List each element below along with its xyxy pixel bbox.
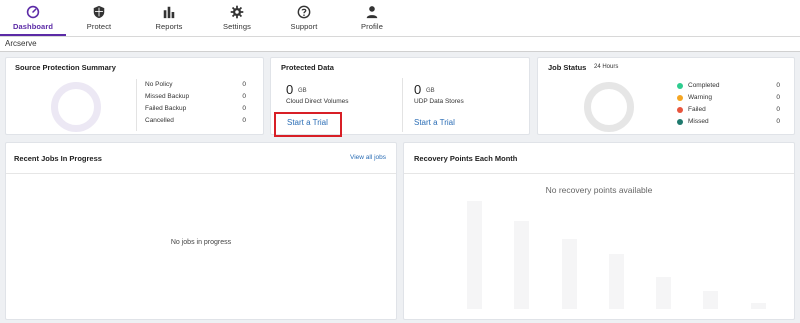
udp-data-stores-unit: GB: [426, 88, 435, 94]
nav-tab-support[interactable]: Support: [271, 0, 337, 36]
failed-status-dot: [677, 107, 683, 113]
placeholder-bar: [514, 221, 529, 309]
failed-label: Failed: [688, 106, 706, 113]
job-status-period: 24 Hours: [594, 64, 619, 70]
warning-status-dot: [677, 95, 683, 101]
warning-label: Warning: [688, 94, 712, 101]
udp-data-stores-value: 0: [414, 82, 422, 97]
job-status-donut: [584, 82, 634, 132]
cloud-direct-value: 0: [286, 82, 294, 97]
failed-backup-value: 0: [242, 105, 246, 112]
card-title: Job Status: [548, 63, 587, 72]
placeholder-bar: [609, 254, 624, 309]
nav-tab-reports[interactable]: Reports: [136, 0, 202, 36]
protected-data-card: Protected Data 0 GB Cloud Direct Volumes…: [270, 57, 530, 137]
start-trial-link-cloud-direct[interactable]: Start a Trial: [287, 118, 328, 127]
missed-value: 0: [776, 118, 780, 125]
nav-tab-profile[interactable]: Profile: [339, 0, 405, 36]
nav-tab-dashboard[interactable]: Dashboard: [0, 0, 66, 36]
breadcrumb-bar: Arcserve: [0, 36, 800, 52]
completed-status-dot: [677, 83, 683, 89]
nav-tab-label: Profile: [361, 22, 383, 31]
missed-status-dot: [677, 119, 683, 125]
divider: [6, 173, 396, 174]
placeholder-bar: [467, 201, 482, 309]
source-protection-card: Source Protection Summary No Policy 0 Mi…: [5, 57, 264, 135]
failed-value: 0: [776, 106, 780, 113]
missed-backup-label: Missed Backup: [145, 93, 190, 100]
breadcrumb: Arcserve: [5, 39, 37, 48]
card-title: Recent Jobs In Progress: [14, 154, 102, 163]
top-navigation: Dashboard Protect Reports Settings Suppo…: [0, 0, 800, 36]
gauge-icon: [26, 5, 40, 19]
udp-data-stores-label: UDP Data Stores: [414, 98, 464, 105]
card-title: Recovery Points Each Month: [414, 154, 518, 163]
missed-backup-value: 0: [242, 93, 246, 100]
gear-icon: [230, 5, 244, 19]
completed-value: 0: [776, 82, 780, 89]
start-trial-link-udp[interactable]: Start a Trial: [414, 118, 455, 127]
recovery-points-card: Recovery Points Each Month No recovery p…: [403, 142, 795, 320]
recent-jobs-card: Recent Jobs In Progress View all jobs No…: [5, 142, 397, 320]
cancelled-value: 0: [242, 117, 246, 124]
failed-backup-label: Failed Backup: [145, 105, 187, 112]
placeholder-bar: [751, 303, 766, 309]
nav-tab-protect[interactable]: Protect: [66, 0, 132, 36]
nav-tab-settings[interactable]: Settings: [204, 0, 270, 36]
missed-label: Missed: [688, 118, 709, 125]
nav-tab-label: Settings: [223, 22, 251, 31]
divider: [402, 78, 403, 132]
cancelled-label: Cancelled: [145, 117, 174, 124]
nav-tab-label: Support: [290, 22, 318, 31]
card-title: Source Protection Summary: [15, 63, 116, 72]
empty-recovery-points-message: No recovery points available: [545, 185, 653, 195]
cloud-direct-unit: GB: [298, 88, 307, 94]
empty-jobs-message: No jobs in progress: [170, 239, 232, 246]
divider: [404, 173, 794, 174]
divider: [136, 79, 137, 131]
warning-value: 0: [776, 94, 780, 101]
person-icon: [366, 6, 378, 19]
no-policy-value: 0: [242, 81, 246, 88]
source-protection-donut: [51, 82, 101, 132]
cloud-direct-label: Cloud Direct Volumes: [286, 98, 349, 105]
nav-tab-label: Protect: [86, 22, 112, 31]
nav-tab-label: Dashboard: [12, 22, 54, 31]
placeholder-bar: [656, 277, 671, 309]
bar-chart-icon: [163, 6, 175, 19]
shield-icon: [93, 5, 105, 19]
completed-label: Completed: [688, 82, 720, 89]
view-all-jobs-link[interactable]: View all jobs: [350, 154, 386, 161]
no-policy-label: No Policy: [145, 81, 173, 88]
nav-tab-label: Reports: [155, 22, 183, 31]
card-title: Protected Data: [281, 63, 334, 72]
help-circle-icon: [297, 5, 311, 19]
placeholder-bar: [703, 291, 718, 309]
placeholder-bar: [562, 239, 577, 309]
job-status-card: Job Status 24 Hours Completed 0 Warning …: [537, 57, 795, 135]
